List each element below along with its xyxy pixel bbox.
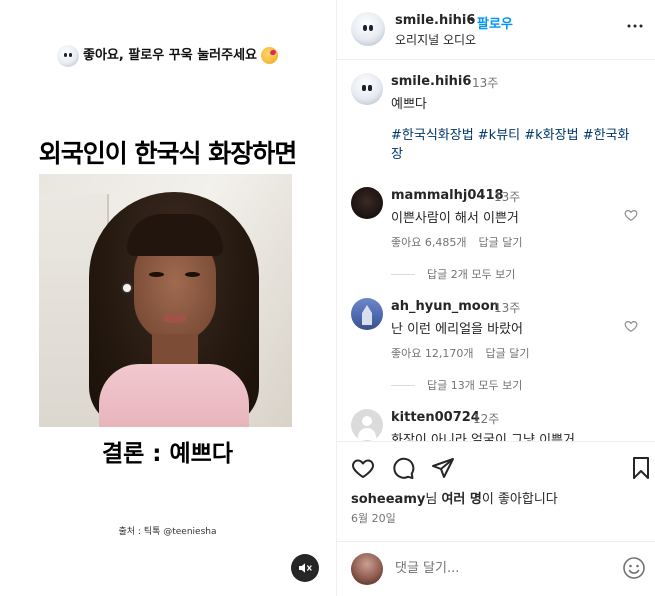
header-separator: • <box>468 13 476 28</box>
heart-icon[interactable] <box>624 208 638 222</box>
mute-toggle-button[interactable] <box>291 554 319 582</box>
author-username[interactable]: smile.hihi6 <box>395 13 475 28</box>
comment-meta: 좋아요 12,170개 답글 달기 <box>391 345 541 361</box>
current-user-avatar <box>351 553 383 585</box>
comment-avatar[interactable] <box>351 187 383 219</box>
comment-avatar[interactable] <box>351 298 383 330</box>
more-options-button[interactable] <box>624 15 646 37</box>
post-date[interactable]: 6월 20일 <box>351 510 396 526</box>
media-headline: 외국인이 한국식 화장하면 <box>38 139 297 168</box>
comment-text: 난 이런 에리얼을 바랐어 <box>391 322 523 337</box>
likes-suffix-1: 님 <box>425 492 442 507</box>
view-replies-button[interactable]: 답글 13개 모두 보기 <box>391 377 522 393</box>
comment-time[interactable]: 13주 <box>494 299 520 316</box>
likes-summary[interactable]: soheeamy님 여러 명이 좋아합니다 <box>351 488 558 507</box>
likes-others[interactable]: 여러 명 <box>441 492 481 507</box>
follow-button[interactable]: 팔로우 <box>477 13 513 32</box>
more-dots-icon <box>627 24 643 28</box>
post-header: smile.hihi6 • 팔로우 오리지널 오디오 <box>337 0 655 60</box>
bookmark-icon[interactable] <box>629 456 653 480</box>
comment-composer <box>337 541 655 596</box>
audio-link[interactable]: 오리지널 오디오 <box>395 31 476 48</box>
comment-bubble-icon[interactable] <box>391 456 415 480</box>
caption-time[interactable]: 13주 <box>472 74 498 91</box>
comment-input[interactable] <box>395 556 605 580</box>
comment-username[interactable]: kitten00724 <box>391 410 480 425</box>
view-replies-label: 답글 2개 모두 보기 <box>427 268 516 281</box>
reply-button[interactable]: 답글 달기 <box>478 236 522 249</box>
comments-list[interactable]: smile.hihi6 13주 예쁘다 #한국식화장법 #k뷰티 #k화장법 #… <box>337 61 655 441</box>
paper-plane-icon[interactable] <box>431 456 455 480</box>
media-top-text: 좋아요, 팔로우 꾸욱 눌러주세요 <box>83 48 257 63</box>
comment-text: 화장이 아니라 얼굴이 그냥 이쁜거 <box>391 433 575 441</box>
portrait-photo <box>39 174 292 427</box>
comment-text: 이쁜사람이 해서 이쁜거 <box>391 211 519 226</box>
comment-time[interactable]: 12주 <box>473 410 499 427</box>
comment-username[interactable]: ah_hyun_moon <box>391 299 499 314</box>
caption-avatar[interactable] <box>351 73 383 105</box>
author-avatar[interactable] <box>351 12 385 46</box>
comment-like-count[interactable]: 좋아요 12,170개 <box>391 347 473 360</box>
view-replies-button[interactable]: 답글 2개 모두 보기 <box>391 266 515 282</box>
caption-text: 예쁘다 <box>391 97 427 112</box>
heart-icon[interactable] <box>351 456 375 480</box>
post-media[interactable]: 좋아요, 팔로우 꾸욱 눌러주세요 외국인이 한국식 화장하면 결론 : 예쁘다… <box>0 0 335 596</box>
comment-time[interactable]: 13주 <box>494 188 520 205</box>
view-replies-label: 답글 13개 모두 보기 <box>427 379 523 392</box>
caption-hashtags[interactable]: #한국식화장법 #k뷰티 #k화장법 #한국화장 <box>391 126 641 164</box>
heart-icon[interactable] <box>624 319 638 333</box>
liker-username[interactable]: soheeamy <box>351 492 425 507</box>
media-top-caption: 좋아요, 팔로우 꾸욱 눌러주세요 <box>0 44 335 67</box>
media-source: 출처 : 틱톡 @teeniesha <box>118 527 217 537</box>
comment-like-count[interactable]: 좋아요 6,485개 <box>391 236 466 249</box>
kiss-emoji-icon <box>261 47 278 64</box>
reply-button[interactable]: 답글 달기 <box>485 347 529 360</box>
media-conclusion: 결론 : 예쁘다 <box>101 441 233 467</box>
likes-suffix-2: 이 좋아합니다 <box>481 492 558 507</box>
ghost-emoji-icon <box>57 44 79 67</box>
post-actions: soheeamy님 여러 명이 좋아합니다 6월 20일 <box>337 441 655 541</box>
emoji-smile-icon[interactable] <box>622 556 646 580</box>
comment-meta: 좋아요 6,485개 답글 달기 <box>391 234 534 250</box>
comment-avatar[interactable] <box>351 409 383 441</box>
post-side-panel: smile.hihi6 • 팔로우 오리지널 오디오 smile.hihi6 1… <box>336 0 655 596</box>
caption-username[interactable]: smile.hihi6 <box>391 74 471 89</box>
speaker-muted-icon <box>299 563 312 573</box>
comment-username[interactable]: mammalhj0418 <box>391 188 504 203</box>
